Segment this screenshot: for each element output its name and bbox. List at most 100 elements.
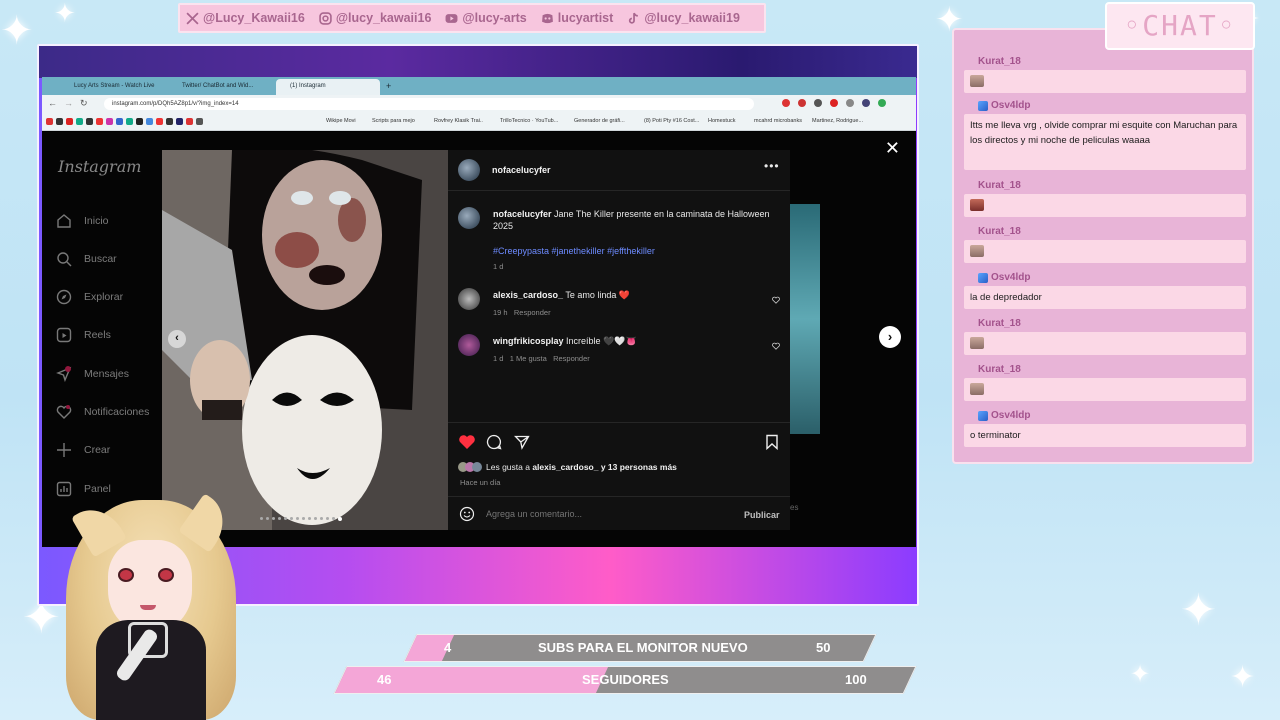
share-icon[interactable] bbox=[514, 434, 530, 450]
back-icon[interactable]: ← bbox=[48, 98, 57, 108]
instagram-icon bbox=[319, 11, 332, 25]
new-tab-button[interactable]: + bbox=[382, 79, 398, 95]
browser-tab-active[interactable]: (1) Instagram bbox=[276, 79, 380, 95]
avatar[interactable] bbox=[458, 207, 480, 229]
prev-image-button[interactable]: ‹ bbox=[168, 330, 186, 348]
social-discord[interactable]: lucyartist bbox=[541, 11, 614, 25]
goal-target: 100 bbox=[845, 672, 867, 687]
composer-divider bbox=[448, 496, 790, 497]
chat-user: Kurat_18 bbox=[978, 56, 1021, 67]
bookmark[interactable]: Wikipe Movi bbox=[326, 118, 356, 124]
next-post-button[interactable]: › bbox=[879, 326, 901, 348]
chat-bubble bbox=[964, 194, 1246, 217]
carousel-dots bbox=[260, 517, 342, 521]
social-label: lucyartist bbox=[557, 11, 614, 25]
chat-message: Kurat_18 bbox=[964, 226, 1246, 263]
goal-target: 50 bbox=[816, 640, 831, 655]
social-x[interactable]: @Lucy_Kawaii16 bbox=[186, 11, 305, 25]
comment-time: 1 d bbox=[493, 354, 504, 363]
emoji-icon[interactable] bbox=[459, 506, 475, 522]
forward-icon[interactable]: → bbox=[64, 98, 73, 108]
chat-bubble bbox=[964, 378, 1246, 401]
chat-user: Osv4ldp bbox=[991, 410, 1031, 421]
emote-icon bbox=[970, 75, 984, 88]
avatar[interactable] bbox=[458, 334, 480, 356]
bookmark[interactable]: Homestuck bbox=[708, 118, 736, 124]
chat-user: Osv4ldp bbox=[991, 272, 1031, 283]
social-instagram[interactable]: @lucy_kawaii16 bbox=[319, 11, 432, 25]
address-bar[interactable]: instagram.com/p/DQh5AZ8p1/v/?img_index=1… bbox=[104, 98, 754, 110]
comment-icon[interactable] bbox=[486, 434, 502, 450]
social-label: @lucy_kawaii16 bbox=[335, 11, 432, 25]
comment-likes[interactable]: 1 Me gusta bbox=[510, 354, 547, 363]
comment-like-icon[interactable] bbox=[772, 296, 780, 304]
comment-meta: 1 d 1 Me gusta Responder bbox=[493, 354, 590, 363]
goal-current: 46 bbox=[377, 672, 392, 687]
like-icon[interactable] bbox=[458, 434, 476, 450]
liked-user[interactable]: alexis_cardoso_ bbox=[532, 462, 598, 472]
bookmark[interactable]: TrilloTecnico · YouTub... bbox=[500, 118, 558, 124]
reply-link[interactable]: Responder bbox=[514, 308, 551, 317]
bookmark[interactable]: (8) Poti Pty #16 Cost... bbox=[644, 118, 699, 124]
avatar[interactable] bbox=[458, 159, 480, 181]
sparkle-decoration: ✦ bbox=[1230, 661, 1256, 694]
more-options-icon[interactable]: ••• bbox=[764, 159, 780, 173]
address-row: ← → ↻ instagram.com/p/DQh5AZ8p1/v/?img_i… bbox=[42, 95, 916, 113]
discord-icon bbox=[541, 13, 553, 23]
goal-label: SUBS PARA EL MONITOR NUEVO bbox=[538, 640, 748, 655]
reply-link[interactable]: Responder bbox=[553, 354, 590, 363]
bookmarks-bar: Wikipe Movi Scripts para mejo Rovfrey Kl… bbox=[42, 113, 916, 131]
chat-message: Kurat_18 bbox=[964, 180, 1246, 217]
caption: nofacelucyfer Jane The Killer presente e… bbox=[493, 208, 783, 232]
instagram-page: Instagram Inicio Buscar Explorar Reels M… bbox=[42, 132, 916, 547]
browser-tab[interactable]: Lucy Arts Stream - Watch Live bbox=[60, 79, 164, 95]
sparkle-decoration: ✦ bbox=[0, 9, 34, 53]
liked-avatars bbox=[458, 462, 482, 472]
caption-tags[interactable]: #Creepypasta #janethekiller #jeffthekill… bbox=[493, 246, 655, 256]
bookmark-favicons bbox=[46, 118, 203, 125]
chat-username: Osv4ldp bbox=[978, 100, 1246, 111]
caption-user[interactable]: nofacelucyfer bbox=[493, 209, 552, 219]
tiktok-icon bbox=[629, 12, 639, 24]
goal-current: 4 bbox=[444, 640, 452, 655]
comment-input[interactable] bbox=[486, 506, 716, 522]
liked-by-text[interactable]: Les gusta a alexis_cardoso_ y 13 persona… bbox=[486, 462, 677, 472]
sparkle-decoration: ✦ bbox=[1130, 661, 1151, 688]
chat-message: Kurat_18 bbox=[964, 318, 1246, 355]
badge-icon bbox=[978, 100, 988, 111]
browser-tab[interactable]: Twitter/ ChatBot and Wid... bbox=[168, 79, 272, 95]
close-icon[interactable]: ✕ bbox=[885, 138, 900, 159]
chat-bubble: la de depredador bbox=[964, 286, 1246, 309]
reload-icon[interactable]: ↻ bbox=[80, 98, 88, 109]
chat-message: Osv4ldp Itts me lleva vrg , olvide compr… bbox=[964, 100, 1246, 170]
avatar[interactable] bbox=[458, 288, 480, 310]
comment-like-icon[interactable] bbox=[772, 342, 780, 350]
badge-icon bbox=[978, 410, 988, 421]
bookmark[interactable]: Rovfrey Klasik Trai.. bbox=[434, 118, 483, 124]
posted-ago: Hace un día bbox=[460, 478, 501, 487]
social-youtube[interactable]: @lucy-arts bbox=[445, 11, 527, 25]
bookmark[interactable]: Martinez, Rodrigue... bbox=[812, 118, 863, 124]
publish-button[interactable]: Publicar bbox=[744, 510, 780, 520]
sparkle-decoration: ✦ bbox=[54, 0, 76, 28]
chat-username: Kurat_18 bbox=[978, 180, 1246, 191]
sparkle-decoration: ✦ bbox=[1180, 586, 1217, 635]
comment-text: Te amo linda ❤️ bbox=[565, 290, 631, 300]
post-photo[interactable]: ‹ bbox=[162, 150, 448, 530]
browser-window: Lucy Arts Stream - Watch Live Twitter/ C… bbox=[42, 77, 916, 547]
goal-fill bbox=[334, 667, 609, 693]
emote-icon bbox=[970, 245, 984, 258]
bookmark[interactable]: Generador de gráfi... bbox=[574, 118, 625, 124]
bookmark[interactable]: Scripts para mejo bbox=[372, 118, 415, 124]
chat-bubble: Itts me lleva vrg , olvide comprar mi es… bbox=[964, 114, 1246, 170]
comment-user[interactable]: alexis_cardoso_ bbox=[493, 290, 563, 300]
bookmark[interactable]: mcahrd microbanks bbox=[754, 118, 802, 124]
comment-text: Increíble 🖤🤍👅 bbox=[566, 336, 637, 346]
social-label: @lucy-arts bbox=[462, 11, 527, 25]
social-tiktok[interactable]: @lucy_kawaii19 bbox=[627, 11, 740, 25]
chat-user: Kurat_18 bbox=[978, 226, 1021, 237]
chat-panel: Kurat_18 Osv4ldp Itts me lleva vrg , olv… bbox=[952, 28, 1254, 464]
comment-user[interactable]: wingfrikicosplay bbox=[493, 336, 564, 346]
bookmark-icon[interactable] bbox=[765, 434, 779, 450]
post-author[interactable]: nofacelucyfer bbox=[492, 165, 551, 175]
